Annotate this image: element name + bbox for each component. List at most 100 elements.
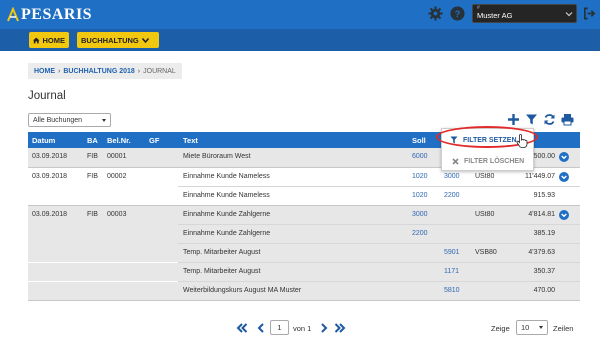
page-number-input[interactable]: 1 bbox=[270, 320, 289, 335]
cell-mwst: USt80 bbox=[475, 211, 495, 218]
home-label: HOME bbox=[42, 35, 66, 45]
cell-betrag: 470.00 bbox=[533, 287, 555, 294]
cell-ba: FIB bbox=[87, 153, 98, 160]
cell-text: Temp. Mitarbeiter August bbox=[183, 268, 261, 275]
booking-filter-value: Alle Buchungen bbox=[33, 116, 83, 124]
cell-belnr: 00001 bbox=[107, 153, 127, 160]
cell-belnr: 00003 bbox=[107, 211, 127, 218]
filter-icon[interactable] bbox=[525, 113, 538, 126]
add-icon[interactable] bbox=[507, 113, 520, 126]
breadcrumb: HOME › BUCHHALTUNG 2018 › JOURNAL bbox=[28, 63, 182, 79]
booking-filter-select[interactable]: Alle Buchungen bbox=[28, 113, 111, 127]
table-row[interactable]: Weiterbildungskurs August MA Muster 5810… bbox=[28, 282, 580, 300]
page-title: Journal bbox=[28, 90, 66, 102]
cell-betrag: 350.37 bbox=[533, 268, 555, 275]
cell-text: Einnahme Kunde Zahlgerne bbox=[183, 211, 271, 218]
buchhaltung-button[interactable]: BUCHHALTUNG bbox=[77, 32, 159, 48]
table-row[interactable]: 03.09.2018 FIB 00003 Einnahme Kunde Zahl… bbox=[28, 206, 580, 225]
expand-row-icon[interactable] bbox=[559, 210, 569, 220]
cell-datum: 03.09.2018 bbox=[32, 173, 68, 180]
first-page-icon[interactable] bbox=[236, 322, 248, 334]
cell-text: Miete Büroraum West bbox=[183, 153, 251, 160]
cell-ba: FIB bbox=[87, 173, 98, 180]
cell-ba: FIB bbox=[87, 211, 98, 218]
table-row[interactable]: Temp. Mitarbeiter August 5901 VSB80 4'37… bbox=[28, 244, 580, 262]
cell-betrag: 915.93 bbox=[533, 192, 555, 199]
previous-page-icon[interactable] bbox=[255, 322, 267, 334]
breadcrumb-buchhaltung[interactable]: BUCHHALTUNG 2018 bbox=[63, 68, 134, 75]
app-logo[interactable]: PESARIS bbox=[6, 6, 92, 24]
cell-betrag: 11'449.07 bbox=[524, 173, 555, 180]
breadcrumb-home[interactable]: HOME bbox=[34, 68, 55, 75]
cell-text: Einnahme Kunde Nameless bbox=[183, 173, 270, 180]
cell-soll[interactable]: 1020 bbox=[412, 192, 428, 199]
page-size-select[interactable]: 10 bbox=[516, 320, 548, 335]
cell-text: Weiterbildungskurs August MA Muster bbox=[183, 287, 302, 294]
cell-betrag: 4'379.63 bbox=[528, 249, 555, 256]
cell-haben[interactable]: 5810 bbox=[444, 287, 460, 294]
page-of-label: von 1 bbox=[293, 324, 312, 333]
col-belnr[interactable]: Bel.Nr. bbox=[107, 136, 131, 145]
logo-mark-icon bbox=[7, 7, 19, 22]
table-row[interactable]: Temp. Mitarbeiter August 1171 350.37 bbox=[28, 263, 580, 281]
cell-text: Temp. Mitarbeiter August bbox=[183, 249, 261, 256]
refresh-icon[interactable] bbox=[543, 113, 556, 126]
chevron-down-icon bbox=[565, 12, 573, 17]
print-icon[interactable] bbox=[561, 113, 574, 126]
chevron-down-icon bbox=[141, 37, 149, 43]
cell-haben[interactable]: 1171 bbox=[444, 268, 459, 275]
hand-cursor-icon bbox=[516, 134, 528, 148]
logout-icon[interactable] bbox=[583, 7, 596, 20]
svg-text:?: ? bbox=[455, 9, 461, 19]
nav-bar: HOME BUCHHALTUNG bbox=[0, 29, 600, 51]
gear-icon[interactable] bbox=[428, 6, 443, 21]
close-icon bbox=[452, 157, 459, 165]
col-ba[interactable]: BA bbox=[87, 136, 98, 145]
home-icon bbox=[33, 37, 40, 43]
page-size-value: 10 bbox=[521, 323, 530, 332]
table-bottom-border bbox=[28, 300, 580, 301]
cell-soll[interactable]: 6000 bbox=[412, 153, 428, 160]
expand-row-icon[interactable] bbox=[559, 172, 569, 182]
breadcrumb-current: JOURNAL bbox=[143, 67, 176, 75]
last-page-icon[interactable] bbox=[334, 322, 346, 334]
logo-text: PESARIS bbox=[21, 6, 93, 23]
cell-haben[interactable]: 2200 bbox=[444, 192, 460, 199]
top-bar: PESARIS ? # Muster AG bbox=[0, 0, 600, 29]
help-icon[interactable]: ? bbox=[450, 6, 465, 21]
filter-clear-label: FILTER LÖSCHEN bbox=[464, 157, 525, 165]
company-select[interactable]: # Muster AG bbox=[472, 4, 577, 23]
buchhaltung-label: BUCHHALTUNG bbox=[81, 35, 139, 45]
cell-soll[interactable]: 1020 bbox=[412, 173, 428, 180]
cell-datum: 03.09.2018 bbox=[32, 211, 68, 218]
caret-down-icon bbox=[539, 326, 543, 329]
cell-soll[interactable]: 3000 bbox=[412, 211, 428, 218]
cell-haben[interactable]: 3000 bbox=[444, 173, 460, 180]
col-datum[interactable]: Datum bbox=[32, 136, 55, 145]
home-button[interactable]: HOME bbox=[29, 32, 69, 48]
cell-datum: 03.09.2018 bbox=[32, 153, 68, 160]
cell-soll[interactable]: 2200 bbox=[412, 230, 428, 237]
expand-row-icon[interactable] bbox=[559, 152, 569, 162]
cell-haben[interactable]: 5901 bbox=[444, 249, 460, 256]
cell-belnr: 00002 bbox=[107, 173, 127, 180]
col-gf[interactable]: GF bbox=[149, 136, 159, 145]
show-label: Zeige bbox=[491, 324, 510, 333]
col-text[interactable]: Text bbox=[183, 136, 198, 145]
breadcrumb-separator: › bbox=[58, 67, 61, 75]
next-page-icon[interactable] bbox=[318, 322, 330, 334]
cell-text: Einnahme Kunde Nameless bbox=[183, 192, 270, 199]
breadcrumb-separator: › bbox=[137, 67, 141, 75]
cell-mwst: VSB80 bbox=[475, 249, 497, 256]
table-row[interactable]: Einnahme Kunde Nameless 1020 2200 915.93 bbox=[28, 187, 580, 206]
cell-text: Einnahme Kunde Zahlgerne bbox=[183, 230, 271, 237]
cell-betrag: 385.19 bbox=[533, 230, 555, 237]
cell-mwst: USt80 bbox=[475, 173, 495, 180]
company-name: Muster AG bbox=[477, 11, 513, 20]
cell-betrag: 4'814.81 bbox=[528, 211, 555, 218]
filter-clear-option[interactable]: FILTER LÖSCHEN bbox=[442, 152, 535, 170]
col-soll[interactable]: Soll bbox=[412, 136, 426, 145]
caret-down-icon bbox=[102, 119, 106, 122]
rows-label: Zeilen bbox=[553, 324, 574, 333]
table-row[interactable]: Einnahme Kunde Zahlgerne 2200 385.19 bbox=[28, 225, 580, 244]
